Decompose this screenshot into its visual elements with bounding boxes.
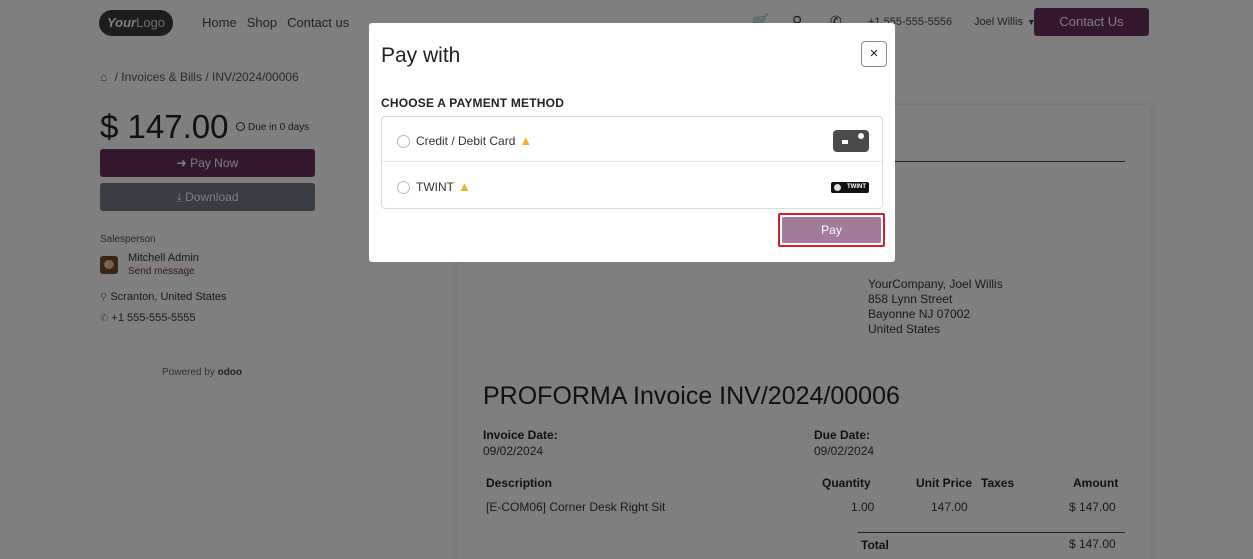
warning-icon: ▲ [519,133,533,148]
pay-button-highlight: Pay [778,213,885,247]
payment-method-twint[interactable]: TWINT ▲ TWINT [382,163,882,208]
payment-method-label: Credit / Debit Card ▲ [416,133,532,148]
payment-method-label: TWINT ▲ [416,179,471,194]
pay-button[interactable]: Pay [782,217,881,243]
payment-method-card[interactable]: Credit / Debit Card ▲ [382,117,882,162]
close-button[interactable]: × [861,41,887,67]
pay-with-modal: Pay with × CHOOSE A PAYMENT METHOD Credi… [369,23,895,262]
twint-radio[interactable] [397,181,410,194]
modal-title: Pay with [381,44,461,67]
payment-method-heading: CHOOSE A PAYMENT METHOD [381,96,565,110]
warning-icon: ▲ [458,179,471,194]
payment-method-list: Credit / Debit Card ▲ TWINT ▲ TWINT [381,116,883,209]
card-radio[interactable] [397,135,410,148]
credit-card-icon [833,130,869,152]
twint-logo-icon: TWINT [831,182,869,193]
close-icon: × [869,45,879,62]
twint-label-text: TWINT [416,180,454,194]
card-label-text: Credit / Debit Card [416,134,516,148]
